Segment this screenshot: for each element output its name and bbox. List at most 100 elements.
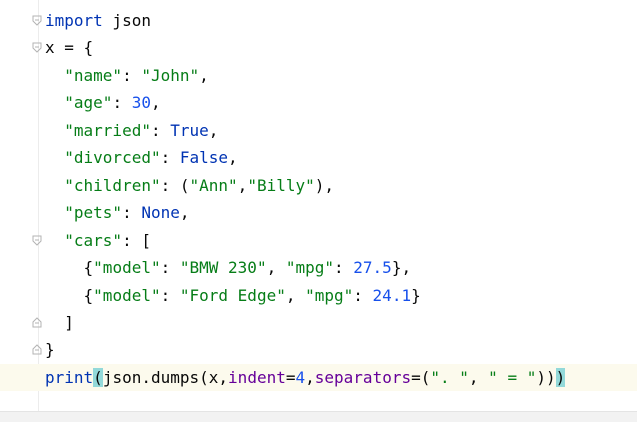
comma: , bbox=[199, 66, 209, 85]
comma: , bbox=[305, 368, 315, 387]
code-line-2[interactable]: x = { bbox=[0, 34, 637, 61]
dict-value: None bbox=[141, 203, 180, 222]
dict-key: "cars" bbox=[64, 231, 123, 250]
fold-open-icon[interactable] bbox=[32, 15, 42, 26]
dict-value: 30 bbox=[131, 93, 151, 112]
dict-key: "mpg" bbox=[305, 286, 354, 305]
dict-value: True bbox=[170, 121, 209, 140]
close-bracket: ] bbox=[64, 313, 74, 332]
code-editor[interactable]: import json x = { "name": "John", "age":… bbox=[0, 0, 637, 422]
colon: : bbox=[160, 286, 180, 305]
dict-key: "model" bbox=[93, 258, 161, 277]
fold-close-icon[interactable] bbox=[32, 317, 42, 328]
code-line-12[interactable]: ] bbox=[0, 309, 637, 336]
colon: : bbox=[150, 121, 171, 140]
open-paren: ( bbox=[420, 368, 431, 387]
code-line-8[interactable]: "pets": None, bbox=[0, 199, 637, 226]
comma: , bbox=[228, 148, 238, 167]
dict-value: "BMW 230" bbox=[179, 258, 267, 277]
comma: , bbox=[179, 203, 190, 222]
code-line-1[interactable]: import json bbox=[0, 7, 637, 34]
colon: : bbox=[334, 258, 354, 277]
indent-value: 4 bbox=[295, 368, 306, 387]
comma: , bbox=[266, 258, 286, 277]
separators-param: separators bbox=[314, 368, 412, 387]
colon: : bbox=[160, 148, 180, 167]
colon: : bbox=[112, 93, 132, 112]
matched-open-paren: ( bbox=[93, 368, 103, 387]
code-line-13[interactable]: } bbox=[0, 336, 637, 363]
comma: , bbox=[468, 368, 489, 387]
dict-key: "name" bbox=[64, 66, 123, 85]
module-name: json bbox=[102, 11, 151, 30]
dumps-call: json.dumps(x, bbox=[102, 368, 229, 387]
import-keyword: import bbox=[45, 11, 103, 30]
dict-key: "divorced" bbox=[64, 148, 161, 167]
indent-param: indent bbox=[228, 368, 286, 387]
close-brace: } bbox=[45, 340, 55, 359]
code-line-11[interactable]: {"model": "Ford Edge", "mpg": 24.1} bbox=[0, 282, 637, 309]
colon: : bbox=[122, 203, 142, 222]
code-line-6[interactable]: "divorced": False, bbox=[0, 144, 637, 171]
fold-open-icon[interactable] bbox=[32, 42, 42, 53]
code-line-14-current[interactable]: print(json.dumps(x,indent=4,separators=(… bbox=[0, 364, 637, 391]
print-builtin: print bbox=[45, 368, 94, 387]
colon: : bbox=[160, 176, 180, 195]
colon: : bbox=[122, 66, 142, 85]
equals: = bbox=[411, 368, 421, 387]
horizontal-scrollbar[interactable] bbox=[0, 411, 637, 422]
dict-value: False bbox=[179, 148, 229, 167]
fold-close-icon[interactable] bbox=[32, 344, 42, 355]
dict-key: "pets" bbox=[64, 203, 123, 222]
colon: : bbox=[353, 286, 373, 305]
separator-string: ". " bbox=[430, 368, 469, 387]
open-brace: { bbox=[83, 286, 94, 305]
comma: , bbox=[285, 286, 306, 305]
dict-value: 27.5 bbox=[353, 258, 392, 277]
dict-value: "Ford Edge" bbox=[179, 286, 286, 305]
colon: : bbox=[122, 231, 142, 250]
dict-value: "John" bbox=[141, 66, 200, 85]
open-brace: { bbox=[83, 258, 94, 277]
dict-key: "married" bbox=[64, 121, 151, 140]
dict-value: 24.1 bbox=[372, 286, 412, 305]
close-brace: } bbox=[411, 286, 421, 305]
open-paren: ( bbox=[179, 176, 190, 195]
code-line-9[interactable]: "cars": [ bbox=[0, 227, 637, 254]
comma: , bbox=[401, 258, 412, 277]
close-parens: )) bbox=[536, 368, 556, 387]
code-line-4[interactable]: "age": 30, bbox=[0, 89, 637, 116]
open-bracket: [ bbox=[141, 231, 151, 250]
fold-open-icon[interactable] bbox=[32, 235, 42, 246]
dict-key: "children" bbox=[64, 176, 161, 195]
code-line-3[interactable]: "name": "John", bbox=[0, 62, 637, 89]
close-paren: ) bbox=[314, 176, 325, 195]
dict-key: "mpg" bbox=[285, 258, 335, 277]
dict-key: "age" bbox=[64, 93, 113, 112]
tuple-item: "Ann" bbox=[189, 176, 238, 195]
dict-key: "model" bbox=[93, 286, 161, 305]
comma: , bbox=[208, 121, 219, 140]
top-ruler bbox=[0, 0, 637, 3]
close-brace: } bbox=[391, 258, 402, 277]
comma: , bbox=[150, 93, 161, 112]
assignment: x = { bbox=[45, 38, 94, 57]
colon: : bbox=[160, 258, 180, 277]
comma: , bbox=[324, 176, 335, 195]
code-line-7[interactable]: "children": ("Ann","Billy"), bbox=[0, 172, 637, 199]
comma: , bbox=[237, 176, 248, 195]
separator-string: " = " bbox=[488, 368, 537, 387]
code-line-5[interactable]: "married": True, bbox=[0, 117, 637, 144]
tuple-item: "Billy" bbox=[247, 176, 315, 195]
code-line-10[interactable]: {"model": "BMW 230", "mpg": 27.5}, bbox=[0, 254, 637, 281]
